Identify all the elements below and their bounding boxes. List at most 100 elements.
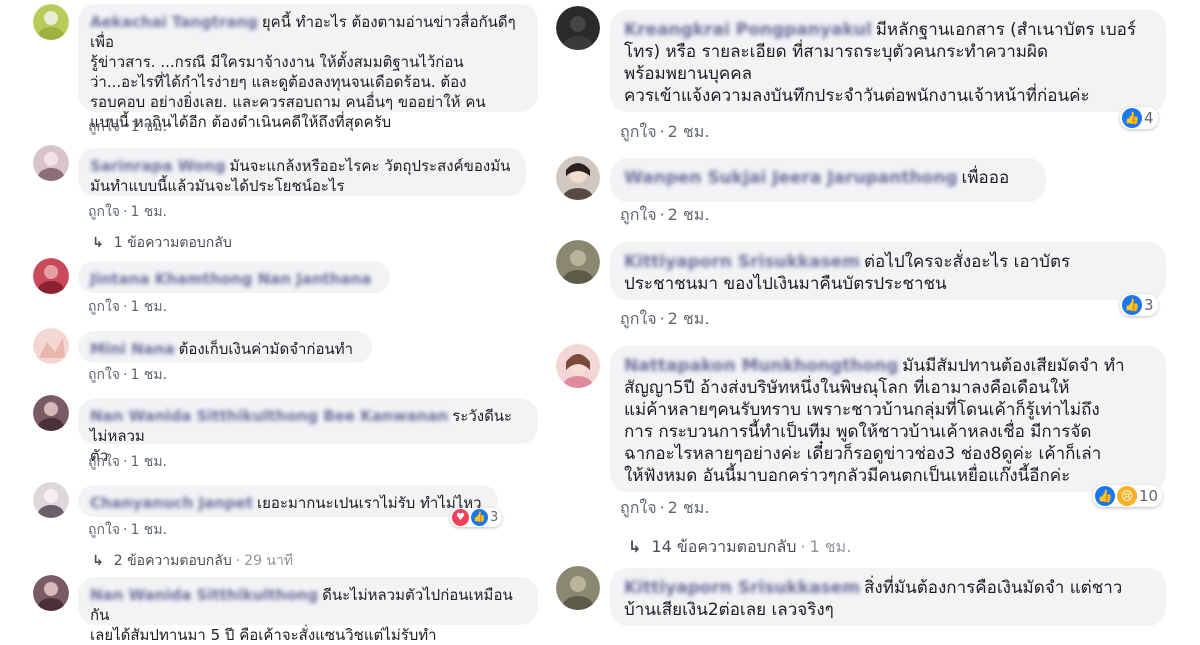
avatar[interactable] <box>556 240 600 284</box>
comment-time[interactable]: 1 ชม. <box>130 522 167 538</box>
avatar[interactable] <box>33 4 69 40</box>
comment-time[interactable]: 1 ชม. <box>130 454 167 470</box>
love-icon: ♥ <box>452 509 469 526</box>
avatar[interactable] <box>33 482 69 518</box>
comment-bubble: Nan Wanida Sitthikulthong ดีนะไม่หลวมตัวไ… <box>78 577 538 644</box>
avatar[interactable] <box>556 6 600 50</box>
comment-bubble: Kittiyaporn Srisukkasem สิ่งที่มันต้องการ… <box>610 568 1166 626</box>
reaction-count: 3 <box>490 510 499 525</box>
comment-time[interactable]: 2 ชม. <box>668 309 710 328</box>
replies-time: 29 นาที <box>244 553 294 569</box>
separator-dot: · <box>800 537 806 556</box>
like-icon: 👍 <box>1122 108 1142 128</box>
avatar[interactable] <box>33 145 69 181</box>
separator-dot: · <box>123 119 128 135</box>
comment-author[interactable]: Wanpen Sukjai Jeera Jarupanthong <box>624 168 958 188</box>
comment-actions: ถูกใจ · 2 ชม. <box>620 120 709 145</box>
avatar[interactable] <box>556 566 600 610</box>
comment-bubble: Sarinrapa Wong มันจะแกล้งหรืออะไรคะ วัตถุ… <box>78 148 526 196</box>
avatar[interactable] <box>33 328 69 364</box>
sad-icon: 😢 <box>1117 486 1137 506</box>
separator-dot: · <box>123 367 128 383</box>
comment-time[interactable]: 2 ชม. <box>668 205 710 224</box>
like-link[interactable]: ถูกใจ <box>620 205 657 224</box>
like-link[interactable]: ถูกใจ <box>88 522 120 538</box>
like-link[interactable]: ถูกใจ <box>620 122 657 141</box>
comment-time[interactable]: 2 ชม. <box>668 498 710 517</box>
comment-author[interactable]: Nan Wanida Sitthikulthong Bee Kanwanan <box>90 407 448 425</box>
comment-time[interactable]: 2 ชม. <box>668 122 710 141</box>
reaction-count: 3 <box>1144 296 1154 314</box>
reaction-summary[interactable]: 👍 3 <box>1120 294 1158 316</box>
comment-text: เยอะมากนะเปนเราไม่รับ ทำไม่ไหว <box>257 494 482 512</box>
like-link[interactable]: ถูกใจ <box>88 204 120 220</box>
comment-time[interactable]: 1 ชม. <box>130 119 167 135</box>
reaction-summary[interactable]: ♥ 👍 3 <box>450 508 503 527</box>
separator-dot: · <box>123 204 128 220</box>
separator-dot: · <box>123 522 128 538</box>
comment-author[interactable]: Jintana Khamthong Nan Janthana <box>90 270 371 288</box>
separator-dot: · <box>659 205 665 224</box>
like-icon: 👍 <box>1122 295 1142 315</box>
reaction-count: 4 <box>1144 109 1154 127</box>
reaction-count: 10 <box>1139 487 1159 505</box>
view-replies-link[interactable]: ↳ 1 ข้อความตอบกลับ <box>92 232 232 254</box>
comment-actions: ถูกใจ · 1 ชม. <box>88 364 167 386</box>
reaction-summary[interactable]: 👍 😢 10 <box>1093 485 1163 507</box>
comment-actions: ถูกใจ · 1 ชม. <box>88 296 167 318</box>
comment-author[interactable]: Sarinrapa Wong <box>90 157 225 175</box>
like-link[interactable]: ถูกใจ <box>88 299 120 315</box>
comment-author[interactable]: Chanyanuch Janpet <box>90 494 253 512</box>
avatar[interactable] <box>33 575 69 611</box>
comment-bubble: Aekachai Tangtrang ยุคนี้ ทำอะไร ต้องตามอ… <box>78 4 538 131</box>
reply-arrow-icon: ↳ <box>628 537 642 556</box>
reaction-summary[interactable]: 👍 4 <box>1120 107 1158 129</box>
avatar[interactable] <box>33 395 69 431</box>
separator-dot: · <box>659 122 665 141</box>
like-link[interactable]: ถูกใจ <box>620 498 657 517</box>
comment-actions: ถูกใจ · 1 ชม. <box>88 519 167 541</box>
replies-count-label[interactable]: 1 ข้อความตอบกลับ <box>114 235 232 251</box>
comment-bubble: Kreangkrai Pongpanyakul มีหลักฐานเอกสาร (… <box>610 10 1166 112</box>
comment-author[interactable]: Aekachai Tangtrang <box>90 13 258 31</box>
like-link[interactable]: ถูกใจ <box>88 367 120 383</box>
comment-author[interactable]: Kreangkrai Pongpanyakul <box>624 20 872 40</box>
like-link[interactable]: ถูกใจ <box>88 119 120 135</box>
comment-time[interactable]: 1 ชม. <box>130 299 167 315</box>
comment-bubble: Mini Nana ต้องเก็บเงินค่ามัดจำก่อนทำ <box>78 331 372 363</box>
separator-dot: · <box>123 299 128 315</box>
avatar[interactable] <box>556 156 600 200</box>
comment-time[interactable]: 1 ชม. <box>130 367 167 383</box>
comment-author[interactable]: Kittiyaporn Srisukkasem <box>624 252 860 272</box>
comment-bubble: Chanyanuch Janpet เยอะมากนะเปนเราไม่รับ ท… <box>78 485 498 517</box>
like-link[interactable]: ถูกใจ <box>620 309 657 328</box>
comment-actions: ถูกใจ · 1 ชม. <box>88 201 167 223</box>
replies-count-label[interactable]: 14 ข้อความตอบกลับ <box>651 537 796 556</box>
replies-time: 1 ชม. <box>809 537 852 556</box>
view-replies-link[interactable]: ↳ 14 ข้อความตอบกลับ · 1 ชม. <box>628 535 851 560</box>
comment-actions: ถูกใจ · 2 ชม. <box>620 307 709 332</box>
comment-time[interactable]: 1 ชม. <box>130 204 167 220</box>
comment-author[interactable]: Mini Nana <box>90 340 175 358</box>
comment-text: ต้องเก็บเงินค่ามัดจำก่อนทำ <box>178 340 354 358</box>
like-link[interactable]: ถูกใจ <box>88 454 120 470</box>
like-icon: 👍 <box>471 509 488 526</box>
comment-bubble: Jintana Khamthong Nan Janthana <box>78 261 390 293</box>
avatar[interactable] <box>556 344 600 388</box>
comment-actions: ถูกใจ · 1 ชม. <box>88 116 167 138</box>
comment-bubble: Nan Wanida Sitthikulthong Bee Kanwanan ระ… <box>78 398 538 465</box>
replies-count-label[interactable]: 2 ข้อความตอบกลับ <box>114 553 232 569</box>
separator-dot: · <box>659 498 665 517</box>
comment-actions: ถูกใจ · 2 ชม. <box>620 496 709 521</box>
comment-text: เพื่อออ <box>961 168 1010 188</box>
like-icon: 👍 <box>1095 486 1115 506</box>
separator-dot: · <box>235 553 241 569</box>
separator-dot: · <box>659 309 665 328</box>
separator-dot: · <box>123 454 128 470</box>
comment-bubble: Wanpen Sukjai Jeera Jarupanthong เพื่อออ <box>610 158 1046 202</box>
avatar[interactable] <box>33 258 69 294</box>
view-replies-link[interactable]: ↳ 2 ข้อความตอบกลับ · 29 นาที <box>92 550 293 572</box>
comment-author[interactable]: Nattapakon Munkhongthong <box>624 356 898 376</box>
comment-author[interactable]: Kittiyaporn Srisukkasem <box>624 578 860 598</box>
comment-author[interactable]: Nan Wanida Sitthikulthong <box>90 586 318 604</box>
